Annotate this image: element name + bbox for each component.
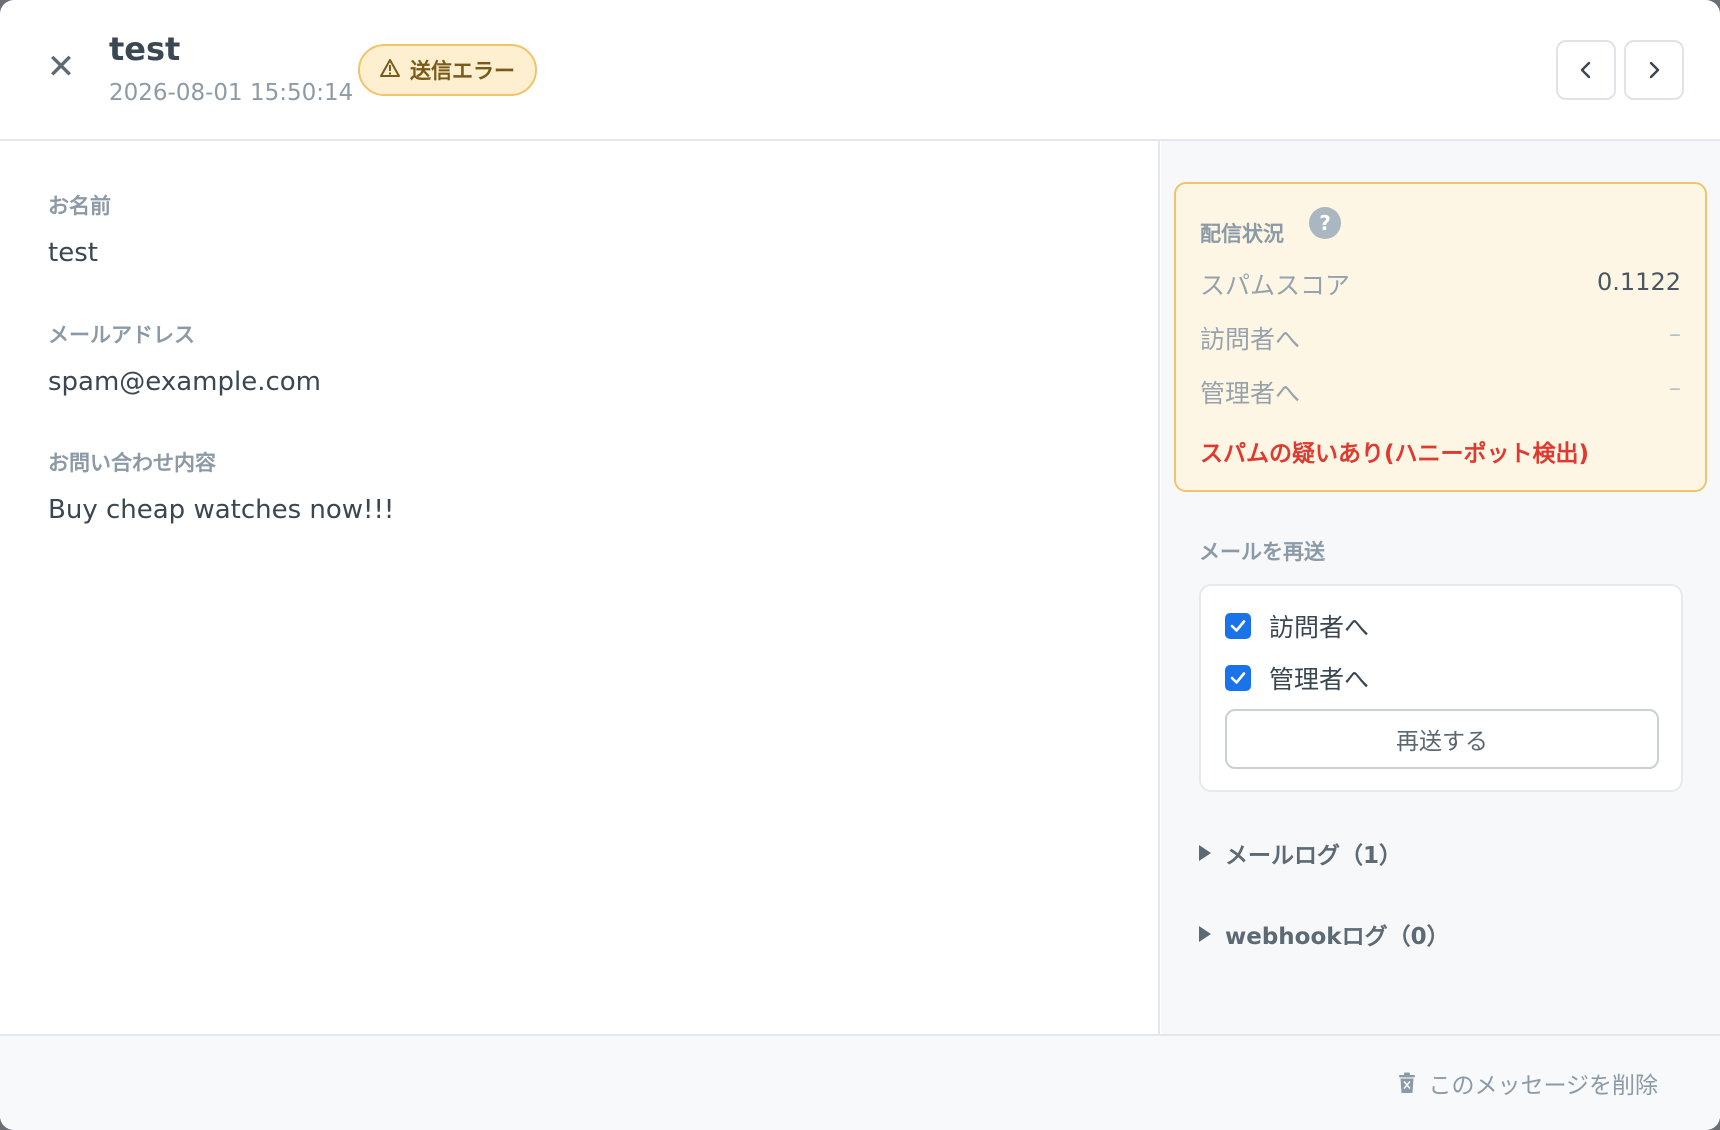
webhook-log-label: webhookログ（0） <box>1225 924 1450 950</box>
close-icon: ✕ <box>46 47 76 87</box>
trash-icon <box>1399 1072 1416 1093</box>
resend-admin-label: 管理者へ <box>1269 665 1370 694</box>
delete-message-button[interactable]: このメッセージを削除 <box>1398 1066 1658 1100</box>
modal-header: ✕ test 2026-08-01 15:50:14 送信エラー <box>0 0 1720 141</box>
caret-right-icon <box>1199 926 1211 942</box>
field-value-name: test <box>48 238 98 268</box>
status-badge: 送信エラー <box>358 44 537 96</box>
delivery-visitor-label: 訪問者へ <box>1200 325 1301 354</box>
resend-admin-checkbox[interactable] <box>1225 665 1251 691</box>
delete-message-label: このメッセージを削除 <box>1428 1073 1658 1099</box>
spam-warning: スパムの疑いあり(ハニーポット検出) <box>1200 441 1590 467</box>
delivery-visitor-value: – <box>1669 320 1681 348</box>
resend-visitor-checkbox[interactable] <box>1225 613 1251 639</box>
caret-right-icon <box>1199 845 1211 861</box>
webhook-log-toggle[interactable]: webhookログ（0） <box>1199 917 1450 951</box>
previous-button[interactable] <box>1556 40 1616 100</box>
next-button[interactable] <box>1624 40 1684 100</box>
sidebar: 配信状況 ? スパムスコア 0.1122 訪問者へ – 管理者へ – スパムの疑… <box>1161 141 1720 1034</box>
spam-score-label: スパムスコア <box>1200 271 1351 300</box>
delivery-admin-label: 管理者へ <box>1200 379 1301 408</box>
field-label-name: お名前 <box>48 194 111 218</box>
field-value-message: Buy cheap watches now!!! <box>48 495 395 525</box>
mail-log-label: メールログ（1） <box>1225 843 1403 869</box>
modal-footer: このメッセージを削除 <box>0 1034 1720 1130</box>
check-icon <box>1230 672 1246 684</box>
spam-score-value: 0.1122 <box>1597 268 1681 296</box>
submission-timestamp: 2026-08-01 15:50:14 <box>109 80 354 106</box>
delivery-status-card: 配信状況 ? スパムスコア 0.1122 訪問者へ – 管理者へ – スパムの疑… <box>1174 182 1707 492</box>
delivery-admin-value: – <box>1669 374 1681 402</box>
delivery-status-title: 配信状況 <box>1200 222 1284 246</box>
chevron-left-icon <box>1580 61 1591 79</box>
warning-icon <box>380 58 400 83</box>
mail-log-toggle[interactable]: メールログ（1） <box>1199 836 1402 870</box>
field-label-message: お問い合わせ内容 <box>48 451 216 475</box>
page-title: test <box>109 30 181 68</box>
resend-admin-option[interactable]: 管理者へ <box>1225 660 1369 696</box>
chevron-right-icon <box>1649 61 1660 79</box>
resend-visitor-label: 訪問者へ <box>1269 613 1370 642</box>
field-label-email: メールアドレス <box>48 323 195 347</box>
status-badge-label: 送信エラー <box>410 59 515 83</box>
resend-visitor-option[interactable]: 訪問者へ <box>1225 608 1369 644</box>
resend-title: メールを再送 <box>1199 540 1325 564</box>
check-icon <box>1230 620 1246 632</box>
submission-fields: お名前 test メールアドレス spam@example.com お問い合わせ… <box>0 141 1160 1034</box>
resend-button[interactable]: 再送する <box>1225 709 1659 769</box>
field-value-email: spam@example.com <box>48 367 322 397</box>
help-icon[interactable]: ? <box>1309 207 1341 239</box>
resend-card: 訪問者へ 管理者へ 再送する <box>1199 584 1683 792</box>
close-button[interactable]: ✕ <box>44 50 78 84</box>
submission-detail-modal: ✕ test 2026-08-01 15:50:14 送信エラー お名前 tes… <box>0 0 1720 1130</box>
